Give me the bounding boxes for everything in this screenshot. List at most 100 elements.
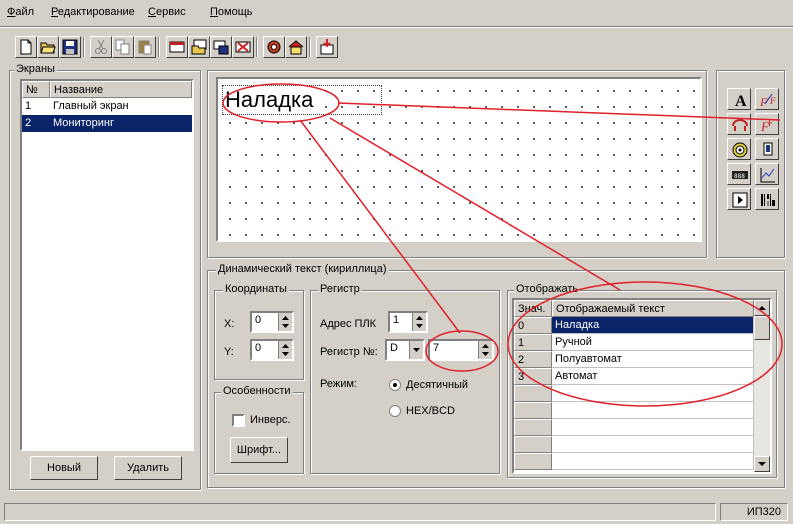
screen-canvas[interactable]: Наладка xyxy=(216,77,702,242)
dropdown-button[interactable] xyxy=(409,341,423,359)
row-value: 1 xyxy=(514,334,552,351)
barcode-tool[interactable] xyxy=(755,188,779,210)
y-spinbox[interactable]: 0 xyxy=(250,339,294,361)
mode-hex-label[interactable]: HEX/BCD xyxy=(406,405,455,417)
open-button[interactable] xyxy=(37,36,59,58)
mode-hex-radio[interactable] xyxy=(389,405,401,417)
column-value-header[interactable]: Знач. xyxy=(514,300,552,317)
row-text[interactable]: Ручной xyxy=(552,334,754,351)
table-row[interactable]: 0 Наладка xyxy=(514,317,754,334)
trend-icon xyxy=(760,168,775,183)
inverse-label[interactable]: Инверс. xyxy=(250,414,291,426)
table-row[interactable]: 3 Автомат xyxy=(514,368,754,385)
row-text[interactable]: Наладка xyxy=(552,317,754,334)
home-button[interactable] xyxy=(285,36,307,58)
save-button[interactable] xyxy=(59,36,81,58)
x-value: 0 xyxy=(255,314,262,326)
font-button[interactable]: Шрифт... xyxy=(230,437,288,463)
display-table[interactable]: Знач. Отображаемый текст 0 Наладка 1 Руч… xyxy=(512,298,772,474)
screen-save-button[interactable] xyxy=(210,36,232,58)
coords-group xyxy=(214,290,304,380)
column-text-header[interactable]: Отображаемый текст xyxy=(552,300,754,317)
menu-service[interactable]: Сервис xyxy=(148,6,186,18)
row-text[interactable] xyxy=(552,453,754,470)
scroll-down-button[interactable] xyxy=(754,456,770,472)
table-row[interactable]: 1 Ручной xyxy=(514,334,754,351)
screens-list[interactable]: № Название 1 Главный экран 2 Мониторинг xyxy=(20,79,194,451)
spin-updown-button[interactable] xyxy=(478,341,492,359)
screen-button[interactable] xyxy=(166,36,188,58)
new-screen-button[interactable]: Новый xyxy=(30,456,98,480)
screen-row[interactable]: 1 Главный экран xyxy=(22,98,192,115)
settings-button[interactable] xyxy=(263,36,285,58)
dynamic-text-tool[interactable]: FF xyxy=(755,88,779,110)
register-group-label: Регистр xyxy=(318,283,362,295)
spin-updown-button[interactable] xyxy=(278,341,292,359)
lamp-tool[interactable] xyxy=(727,138,751,160)
register-type-dropdown[interactable]: D xyxy=(385,339,425,361)
table-row[interactable]: 2 Полуавтомат xyxy=(514,351,754,368)
text-item-frame[interactable]: Наладка xyxy=(222,85,382,115)
numeric-display-tool[interactable]: 888 xyxy=(727,163,751,185)
new-file-button[interactable] xyxy=(15,36,37,58)
scroll-thumb[interactable] xyxy=(754,316,770,340)
row-text[interactable]: Полуавтомат xyxy=(552,351,754,368)
y-value: 0 xyxy=(255,342,262,354)
bitmap-tool[interactable] xyxy=(727,113,751,135)
new-file-icon xyxy=(20,39,32,55)
column-number-header[interactable]: № xyxy=(22,81,50,98)
screen-delete-button[interactable] xyxy=(232,36,254,58)
screen-row-selected[interactable]: 2 Мониторинг xyxy=(22,115,192,132)
row-text[interactable]: Автомат xyxy=(552,368,754,385)
menu-file[interactable]: Файл xyxy=(7,6,34,18)
plc-address-value: 1 xyxy=(393,314,400,326)
row-text[interactable] xyxy=(552,436,754,453)
table-row-empty[interactable] xyxy=(514,419,754,436)
inverse-checkbox[interactable] xyxy=(232,414,245,427)
svg-text:888: 888 xyxy=(734,173,745,180)
column-name-header[interactable]: Название xyxy=(50,81,192,98)
table-row-empty[interactable] xyxy=(514,385,754,402)
dynamic-bitmap-tool[interactable]: FF xyxy=(755,113,779,135)
menu-edit[interactable]: Редактирование xyxy=(51,6,135,18)
screen-icon xyxy=(169,41,185,53)
register-number-spinbox[interactable]: 7 xyxy=(428,339,494,361)
lamp-icon xyxy=(732,142,748,158)
menu-bar: Файл Редактирование Сервис Помощь xyxy=(0,0,793,22)
static-text-tool[interactable]: A xyxy=(727,88,751,110)
button-tool[interactable] xyxy=(727,188,751,210)
table-row-empty[interactable] xyxy=(514,436,754,453)
toolbar-separator xyxy=(309,37,311,57)
copy-button[interactable] xyxy=(112,36,134,58)
x-label: X: xyxy=(224,318,235,330)
screen-row-name: Мониторинг xyxy=(53,117,115,129)
screen-row-number: 1 xyxy=(25,100,32,112)
x-spinbox[interactable]: 0 xyxy=(250,311,294,333)
text-item: Наладка xyxy=(225,87,314,112)
paste-button[interactable] xyxy=(134,36,156,58)
row-text[interactable] xyxy=(552,402,754,419)
svg-text:F: F xyxy=(769,96,776,106)
screen-open-button[interactable] xyxy=(188,36,210,58)
row-text[interactable] xyxy=(552,385,754,402)
plc-address-spinbox[interactable]: 1 xyxy=(388,311,428,333)
menu-help[interactable]: Помощь xyxy=(210,6,253,18)
screen-row-name: Главный экран xyxy=(53,100,129,112)
mode-decimal-radio[interactable] xyxy=(389,379,401,391)
row-text[interactable] xyxy=(552,419,754,436)
table-row-empty[interactable] xyxy=(514,453,754,470)
download-button[interactable] xyxy=(316,36,338,58)
spin-updown-button[interactable] xyxy=(278,313,292,331)
mode-decimal-label[interactable]: Десятичный xyxy=(406,379,468,391)
delete-screen-button[interactable]: Удалить xyxy=(114,456,182,480)
spin-updown-button[interactable] xyxy=(412,313,426,331)
screen-row-number: 2 xyxy=(25,117,32,129)
cut-button[interactable] xyxy=(90,36,112,58)
indicator-tool[interactable] xyxy=(755,138,779,160)
scroll-up-button[interactable] xyxy=(754,300,770,316)
scroll-up-icon xyxy=(758,306,766,310)
table-row-empty[interactable] xyxy=(514,402,754,419)
trend-tool[interactable] xyxy=(755,163,779,185)
vertical-scrollbar[interactable] xyxy=(754,300,770,472)
screens-group-label: Экраны xyxy=(14,63,57,75)
